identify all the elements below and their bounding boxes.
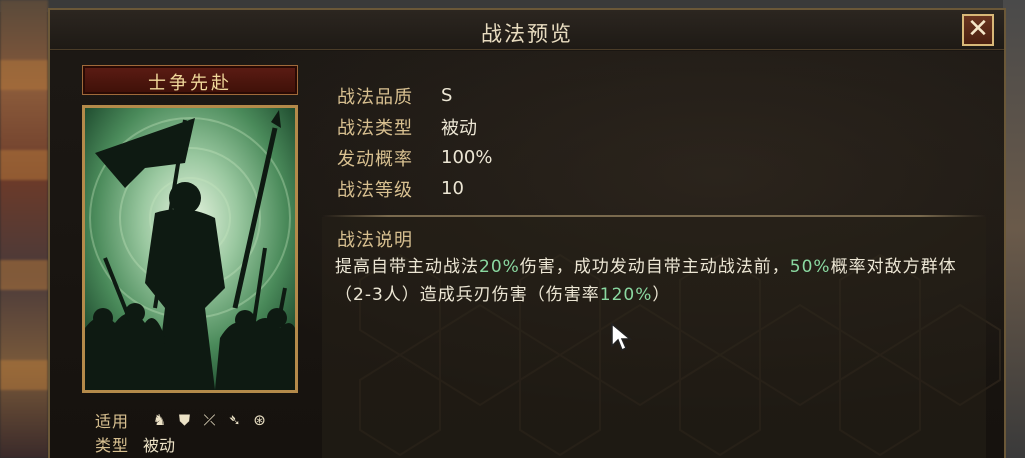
desc-highlight: 20% xyxy=(479,257,520,277)
info-label: 战法等级 xyxy=(337,179,413,201)
info-row-quality: 战法品质 S xyxy=(337,80,492,111)
skill-info: 战法品质 S 战法类型 被动 发动概率 100% 战法等级 10 xyxy=(337,80,492,204)
info-label: 发动概率 xyxy=(337,148,413,170)
skill-preview-dialog: 战法预览 ✕ 士争先赴 适用 ♞ ⛊ ⤫ ➴ ⊛ 类型 被动 战法品质 S 战法… xyxy=(48,8,1006,458)
info-value: 100% xyxy=(441,147,493,168)
applicable-row: 适用 ♞ ⛊ ⤫ ➴ ⊛ xyxy=(95,408,295,432)
warrior-banner-illustration xyxy=(85,108,295,390)
close-button[interactable]: ✕ xyxy=(962,14,994,46)
info-row-level: 战法等级 10 xyxy=(337,173,492,204)
type-label: 类型 xyxy=(95,436,130,455)
info-label: 战法品质 xyxy=(337,86,413,108)
bow-icon: ⤫ xyxy=(203,411,216,429)
title-bar: 战法预览 ✕ xyxy=(50,10,1004,50)
desc-highlight: 50% xyxy=(789,257,831,277)
skill-name-plate: 士争先赴 xyxy=(82,65,298,95)
background-left xyxy=(0,0,48,458)
type-value: 被动 xyxy=(143,436,176,455)
info-value: S xyxy=(441,85,453,106)
info-value: 被动 xyxy=(441,117,477,139)
desc-highlight: 120% xyxy=(599,285,653,305)
info-row-probability: 发动概率 100% xyxy=(337,142,492,173)
shield-icon: ⛊ xyxy=(178,411,191,429)
cavalry-icon: ♞ xyxy=(152,411,167,429)
skill-card-art xyxy=(82,105,298,393)
troop-type-icons: ♞ ⛊ ⤫ ➴ ⊛ xyxy=(151,411,268,429)
desc-segment: ） xyxy=(652,285,671,305)
background-right xyxy=(1003,0,1025,458)
desc-segment: 提高自带主动战法 xyxy=(335,257,479,277)
dialog-title: 战法预览 xyxy=(481,22,573,46)
description-title: 战法说明 xyxy=(337,230,413,251)
applicable-label: 适用 xyxy=(95,412,130,431)
spear-icon: ➴ xyxy=(228,411,241,429)
skill-meta: 适用 ♞ ⛊ ⤫ ➴ ⊛ 类型 被动 xyxy=(95,408,295,456)
mouse-cursor-icon xyxy=(611,322,633,352)
info-label: 战法类型 xyxy=(337,117,413,139)
info-row-type: 战法类型 被动 xyxy=(337,111,492,142)
description-text: 提高自带主动战法20%伤害，成功发动自带主动战法前，50%概率对敌方群体（2-3… xyxy=(335,253,975,309)
info-value: 10 xyxy=(441,178,464,199)
type-row: 类型 被动 xyxy=(95,432,295,456)
siege-icon: ⊛ xyxy=(253,411,266,429)
desc-segment: 伤害，成功发动自带主动战法前， xyxy=(519,257,790,277)
skill-name: 士争先赴 xyxy=(148,73,232,94)
